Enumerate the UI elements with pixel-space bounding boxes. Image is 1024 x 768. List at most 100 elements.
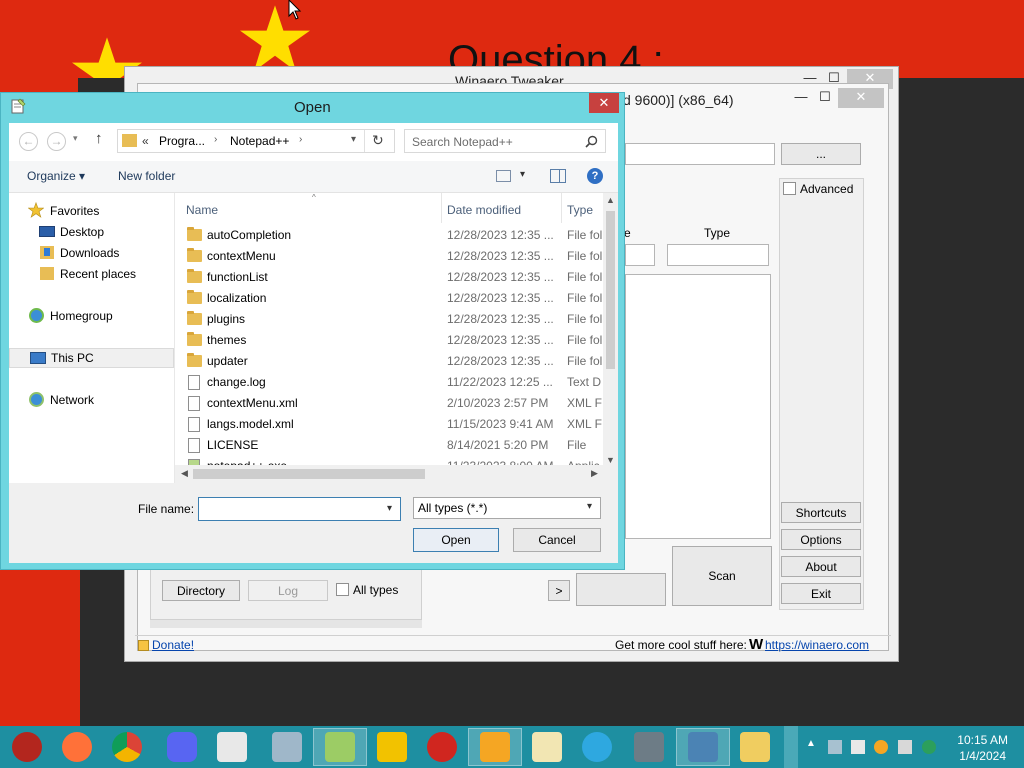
scan-button[interactable]: Scan xyxy=(672,546,772,606)
clock[interactable]: 10:15 AM 1/4/2024 xyxy=(957,732,1008,764)
donate-link[interactable]: Donate! xyxy=(152,638,194,652)
file-row[interactable]: themes 12/28/2023 12:35 ... File fol xyxy=(175,330,605,351)
show-hidden-icons-button[interactable] xyxy=(784,726,798,768)
address-bar[interactable]: « Progra... › Notepad++ › ▾ ↻ xyxy=(117,129,395,153)
about-button[interactable]: About xyxy=(781,556,861,577)
taskbar-devcpp[interactable] xyxy=(415,728,469,766)
search-placeholder: Search Notepad++ xyxy=(412,135,513,149)
nav-homegroup[interactable]: Homegroup xyxy=(9,306,174,326)
nav-recent-places[interactable]: Recent places xyxy=(9,264,174,284)
column-type[interactable]: Type xyxy=(567,203,593,217)
taskbar-resource-monitor[interactable] xyxy=(260,728,314,766)
pen-icon[interactable] xyxy=(828,740,842,754)
column-name[interactable]: Name xyxy=(186,203,218,217)
winaero-link[interactable]: https://winaero.com xyxy=(765,638,869,652)
taskbar-news-app[interactable] xyxy=(205,728,259,766)
inner-close-button[interactable]: ✕ xyxy=(838,88,884,108)
chevron-down-icon[interactable]: ▾ xyxy=(520,169,525,180)
taskbar-edge[interactable] xyxy=(570,728,624,766)
vertical-scrollbar[interactable]: ▲ ▼ xyxy=(603,193,618,483)
directory-button[interactable]: Directory xyxy=(162,580,240,601)
chevron-right-icon: › xyxy=(214,134,218,145)
help-icon[interactable]: ? xyxy=(587,168,603,184)
nav-network[interactable]: Network xyxy=(9,390,174,410)
scroll-right-icon[interactable]: ▶ xyxy=(591,468,598,479)
nav-downloads[interactable]: Downloads xyxy=(9,243,174,263)
nav-this-pc[interactable]: This PC xyxy=(9,348,174,368)
tray-arrow-icon[interactable]: ▲ xyxy=(806,738,816,749)
folder-icon xyxy=(187,248,202,262)
organize-button[interactable]: Organize ▾ xyxy=(27,169,85,183)
breadcrumb-program-files[interactable]: Progra... xyxy=(159,134,205,148)
file-row[interactable]: contextMenu.xml 2/10/2023 2:57 PM XML F xyxy=(175,393,605,414)
exit-button[interactable]: Exit xyxy=(781,583,861,604)
file-row[interactable]: contextMenu 12/28/2023 12:35 ... File fol xyxy=(175,246,605,267)
chevron-down-icon[interactable]: ▾ xyxy=(587,501,592,512)
taskbar-task-view[interactable] xyxy=(622,728,676,766)
file-row[interactable]: updater 12/28/2023 12:35 ... File fol xyxy=(175,351,605,372)
taskbar-delphi[interactable] xyxy=(365,728,419,766)
scroll-left-icon[interactable]: ◀ xyxy=(181,468,188,479)
breadcrumb-overflow[interactable]: « xyxy=(142,134,149,148)
open-button[interactable]: Open xyxy=(413,528,499,552)
path-field[interactable] xyxy=(625,143,775,165)
file-row[interactable]: localization 12/28/2023 12:35 ... File fol xyxy=(175,288,605,309)
file-row[interactable]: autoCompletion 12/28/2023 12:35 ... File f… xyxy=(175,225,605,246)
breadcrumb-notepadpp[interactable]: Notepad++ xyxy=(230,134,289,148)
taskbar-firefox[interactable] xyxy=(50,728,104,766)
column-date-modified[interactable]: Date modified xyxy=(447,203,521,217)
taskbar-notepadpp[interactable] xyxy=(313,728,367,766)
up-arrow-icon[interactable]: ↑ xyxy=(95,130,103,147)
taskbar-file-explorer[interactable] xyxy=(728,728,782,766)
browse-button[interactable]: ... xyxy=(781,143,861,165)
taskbar-remote-desktop[interactable] xyxy=(676,728,730,766)
shortcuts-button[interactable]: Shortcuts xyxy=(781,502,861,523)
preview-pane-icon[interactable] xyxy=(550,169,566,183)
recent-locations-chevron-icon[interactable]: ▾ xyxy=(73,133,78,144)
expand-button[interactable]: > xyxy=(548,580,570,601)
horizontal-scrollbar[interactable]: ◀ ▶ xyxy=(175,465,603,483)
status-icon[interactable] xyxy=(922,740,936,754)
taskbar-ornament-app[interactable] xyxy=(0,728,54,766)
search-tray-icon[interactable] xyxy=(874,740,888,754)
file-row[interactable]: plugins 12/28/2023 12:35 ... File fol xyxy=(175,309,605,330)
log-button[interactable]: Log xyxy=(248,580,328,601)
file-row[interactable]: LICENSE 8/14/2021 5:20 PM File xyxy=(175,435,605,456)
refresh-icon[interactable]: ↻ xyxy=(372,132,384,149)
taskbar-winaero[interactable] xyxy=(468,728,522,766)
back-arrow-icon[interactable]: ← xyxy=(19,132,38,151)
cancel-button[interactable]: Cancel xyxy=(513,528,601,552)
forward-arrow-icon[interactable]: → xyxy=(47,132,66,151)
taskbar-chrome[interactable] xyxy=(100,728,154,766)
network-icon[interactable] xyxy=(851,740,865,754)
file-type-select[interactable]: All types (*.*) ▾ xyxy=(413,497,601,519)
advanced-checkbox[interactable] xyxy=(783,182,796,195)
results-list[interactable] xyxy=(625,274,771,539)
scroll-track[interactable] xyxy=(150,620,422,628)
all-types-checkbox[interactable] xyxy=(336,583,349,596)
name-filter-field[interactable] xyxy=(625,244,655,266)
file-row[interactable]: change.log 11/22/2023 12:25 ... Text D xyxy=(175,372,605,393)
nav-favorites[interactable]: Favorites xyxy=(9,201,174,221)
taskbar-discord[interactable] xyxy=(155,728,209,766)
hscroll-thumb[interactable] xyxy=(193,469,425,479)
options-button[interactable]: Options xyxy=(781,529,861,550)
scroll-thumb[interactable] xyxy=(606,211,615,369)
new-folder-button[interactable]: New folder xyxy=(118,169,175,183)
volume-muted-icon[interactable] xyxy=(898,740,912,754)
dialog-close-button[interactable]: ✕ xyxy=(589,93,619,113)
blank-button[interactable] xyxy=(576,573,666,606)
nav-desktop[interactable]: Desktop xyxy=(9,222,174,242)
type-filter-field[interactable] xyxy=(667,244,769,266)
scroll-up-icon[interactable]: ▲ xyxy=(606,195,615,205)
file-row[interactable]: langs.model.xml 11/15/2023 9:41 AM XML F xyxy=(175,414,605,435)
search-icon[interactable] xyxy=(585,135,598,148)
chevron-down-icon[interactable]: ▾ xyxy=(387,503,392,514)
taskbar-excel-app[interactable] xyxy=(520,728,574,766)
file-name-input[interactable]: ▾ xyxy=(198,497,401,521)
file-row[interactable]: functionList 12/28/2023 12:35 ... File fol xyxy=(175,267,605,288)
search-box[interactable]: Search Notepad++ xyxy=(404,129,606,153)
scroll-down-icon[interactable]: ▼ xyxy=(606,455,615,465)
chevron-down-icon[interactable]: ▾ xyxy=(351,134,356,145)
view-options-icon[interactable] xyxy=(496,170,511,182)
